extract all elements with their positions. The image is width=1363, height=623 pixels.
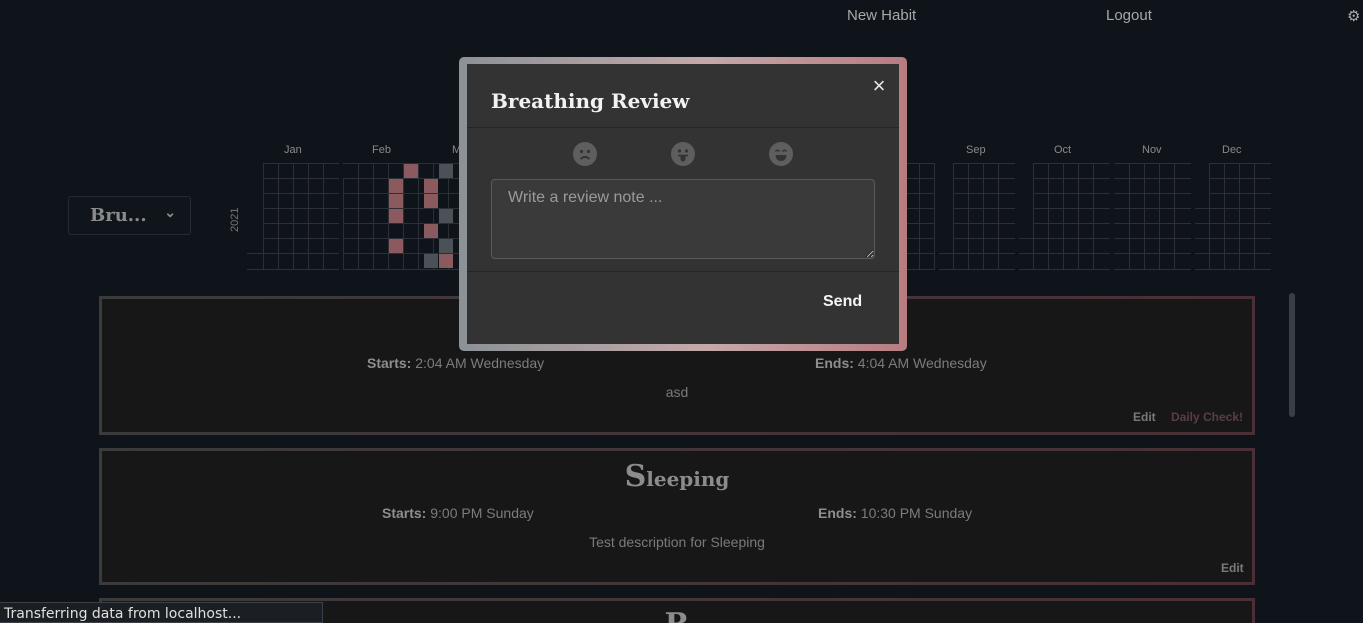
frown-icon[interactable] — [573, 142, 597, 166]
send-button[interactable]: Send — [823, 293, 862, 311]
modal-divider — [467, 271, 899, 272]
modal-title: Breathing Review — [491, 89, 690, 113]
modal-content: Breathing Review × Send — [467, 64, 899, 344]
smile-icon[interactable] — [769, 142, 793, 166]
browser-status-bar: Transferring data from localhost... — [0, 602, 323, 623]
tongue-icon[interactable] — [671, 142, 695, 166]
close-icon[interactable]: × — [869, 75, 889, 97]
review-modal: Breathing Review × Send — [459, 57, 907, 351]
modal-divider — [467, 127, 899, 128]
review-note-input[interactable] — [491, 179, 875, 259]
